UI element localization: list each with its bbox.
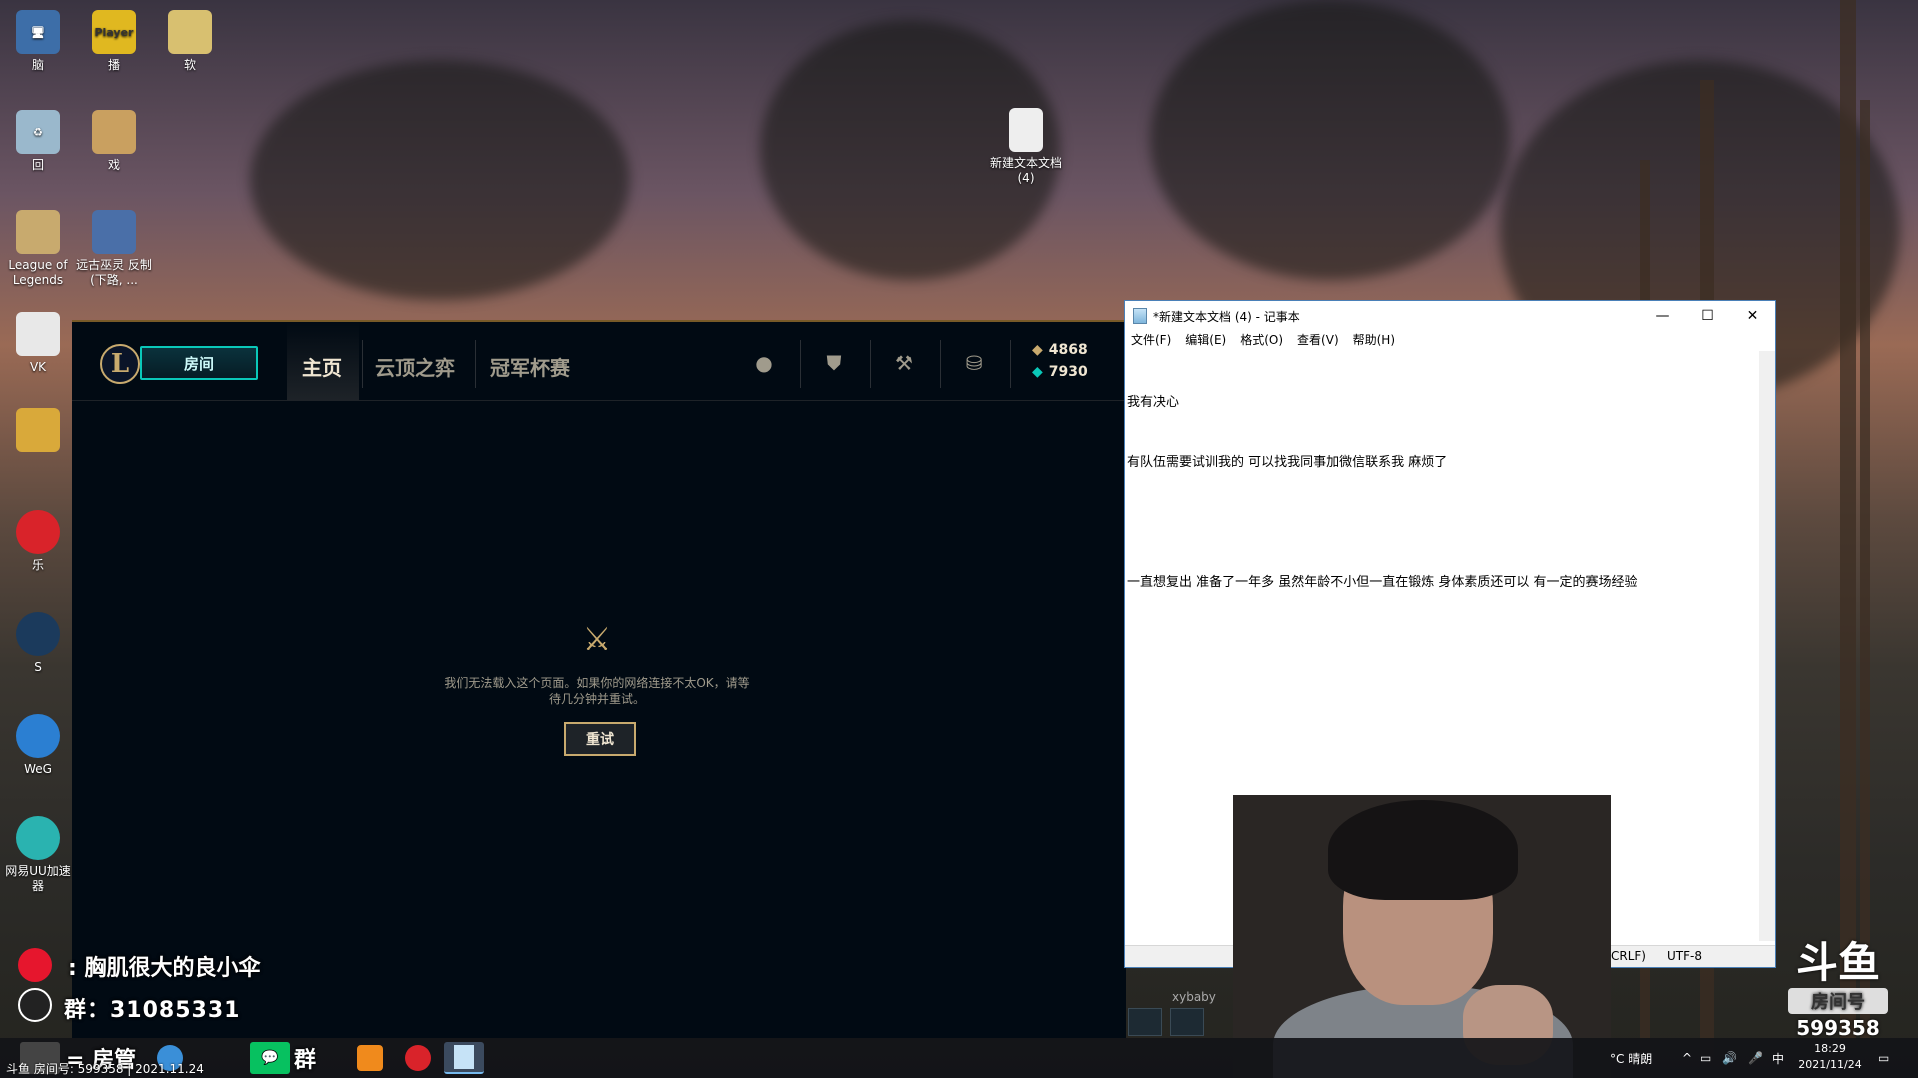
profile-icon[interactable]: ●	[749, 348, 779, 378]
menu-edit[interactable]: 编辑(E)	[1185, 331, 1226, 351]
stream-chat-user: xybaby	[1172, 990, 1216, 1004]
douyu-logo: 斗鱼 房间号 599358	[1778, 940, 1898, 1040]
blue-essence-display[interactable]: ◆ 4868	[1032, 342, 1088, 358]
stream-slogan: : 胸肌很大的良小伞	[68, 956, 261, 981]
maximize-button[interactable]: ☐	[1685, 301, 1730, 331]
raccoon-icon	[16, 408, 60, 452]
rp-display[interactable]: ◆ 7930	[1032, 364, 1088, 380]
lol-top-nav: L 房间 主页 云顶之弈 冠军杯赛 ● ⛊ ⚒ ⛁ ◆ 4868 ◆ 7930	[72, 320, 1126, 401]
text-line: 有队伍需要试训我的 可以找我同事加微信联系我 麻烦了	[1127, 455, 1448, 470]
document-icon	[16, 312, 60, 356]
nav-divider	[1010, 340, 1011, 388]
line-ending-status: CRLF)	[1611, 949, 1646, 963]
ime-indicator[interactable]: 中	[1772, 1038, 1784, 1078]
nav-divider	[800, 340, 801, 388]
group-label: 群	[294, 1048, 317, 1073]
stream-watermark: 斗鱼 房间号: 599358 | 2021.11.24	[6, 1062, 204, 1076]
rp-icon: ◆	[1032, 364, 1043, 380]
taskbar-app-notepad[interactable]	[444, 1042, 484, 1074]
minimize-button[interactable]: —	[1640, 301, 1685, 331]
encoding-status: UTF-8	[1667, 949, 1702, 963]
tab-home[interactable]: 主页	[302, 352, 342, 381]
desktop-icon-steam[interactable]: S	[0, 612, 76, 675]
notepad-icon	[1133, 308, 1147, 324]
taskbar-app-wechat[interactable]: 💬	[250, 1042, 290, 1074]
netease-music-icon	[16, 510, 60, 554]
league-of-legends-icon	[16, 210, 60, 254]
window-title: *新建文本文档 (4) - 记事本	[1153, 309, 1300, 324]
taskbar-app-netease-music[interactable]	[398, 1042, 438, 1074]
loot-icon[interactable]: ⚒	[889, 348, 919, 378]
steam-icon	[16, 612, 60, 656]
streamer-hair	[1328, 800, 1518, 900]
text-line: 一直想复出 准备了一年多 虽然年龄不小但一直在锻炼 身体素质还可以 有一定的赛场…	[1127, 575, 1638, 590]
chat-send-button[interactable]	[1128, 1008, 1162, 1036]
lol-client-window: L 房间 主页 云顶之弈 冠军杯赛 ● ⛊ ⚒ ⛁ ◆ 4868 ◆ 7930 ⚔ …	[72, 320, 1126, 1038]
menu-format[interactable]: 格式(O)	[1240, 331, 1283, 351]
nav-divider	[940, 340, 941, 388]
clock-date: 2021/11/24	[1798, 1058, 1862, 1071]
retry-button[interactable]: 重试	[564, 722, 636, 756]
network-icon[interactable]: ▭	[1700, 1038, 1711, 1078]
text-document-icon	[1009, 108, 1043, 152]
text-line: 我有决心	[1127, 395, 1180, 410]
player-icon: Player	[92, 10, 136, 54]
douyu-room-number: 599358	[1796, 1016, 1880, 1040]
desktop-icon-computer[interactable]: 🖥 脑	[0, 10, 76, 73]
desktop-icon-vk[interactable]: VK	[0, 312, 76, 375]
clock-time: 18:29	[1814, 1042, 1846, 1055]
taskbar-app-orange[interactable]	[350, 1042, 390, 1074]
desktop-icon-software[interactable]: 软	[152, 10, 228, 73]
notification-center-icon[interactable]: ▭	[1878, 1038, 1889, 1078]
lol-logo[interactable]: L	[100, 344, 140, 384]
uu-accelerator-icon	[16, 816, 60, 860]
menu-bar: 文件(F) 编辑(E) 格式(O) 查看(V) 帮助(H)	[1125, 331, 1775, 351]
replay-file-icon	[92, 210, 136, 254]
folder-icon	[168, 10, 212, 54]
desktop-icon-player[interactable]: Player 播	[76, 10, 152, 73]
blue-essence-icon: ◆	[1032, 342, 1043, 358]
close-button[interactable]: ✕	[1730, 301, 1775, 331]
desktop-icon-recycle-bin[interactable]: ♻ 回	[0, 110, 76, 173]
weg-icon	[16, 714, 60, 758]
douyu-room-label: 房间号	[1788, 988, 1888, 1014]
tab-divider	[475, 340, 476, 388]
menu-help[interactable]: 帮助(H)	[1353, 331, 1395, 351]
system-clock[interactable]: 18:29 2021/11/24	[1792, 1041, 1868, 1073]
taskbar: = 房管 💬 群 °C 晴朗 ^ ▭ 🔊 🎤 中 18:29 2021/11/2…	[0, 1038, 1918, 1078]
folder-icon	[92, 110, 136, 154]
menu-file[interactable]: 文件(F)	[1131, 331, 1171, 351]
desktop-icon-uu[interactable]: 网易UU加速器	[0, 816, 76, 894]
desktop-icon-raccoon[interactable]	[0, 408, 76, 456]
desktop-icon-league[interactable]: League of Legends	[0, 210, 76, 288]
fan-group-number: 群：31085331	[64, 998, 241, 1023]
desktop-icon-new-text-document[interactable]: 新建文本文档 (4)	[986, 108, 1066, 186]
tab-divider	[362, 340, 363, 388]
volume-icon[interactable]: 🔊	[1722, 1038, 1737, 1078]
text-line	[1127, 513, 1755, 533]
tab-tft[interactable]: 云顶之弈	[375, 352, 455, 381]
nav-divider	[870, 340, 871, 388]
microphone-icon[interactable]: 🎤	[1748, 1038, 1763, 1078]
tab-clash[interactable]: 冠军杯赛	[490, 352, 570, 381]
collection-icon[interactable]: ⛊	[819, 348, 849, 378]
recycle-bin-icon: ♻	[16, 110, 60, 154]
qq-icon	[18, 988, 52, 1022]
computer-icon: 🖥	[16, 10, 60, 54]
chat-gift-button[interactable]	[1170, 1008, 1204, 1036]
desktop-icon-weg[interactable]: WeG	[0, 714, 76, 777]
lol-play-button[interactable]: 房间	[140, 346, 258, 380]
store-icon[interactable]: ⛁	[959, 348, 989, 378]
desktop-icon-replay[interactable]: 远古巫灵 反制 (下路, ...	[76, 210, 152, 288]
desktop-icon-netease-music[interactable]: 乐	[0, 510, 76, 573]
page-load-error-message: 我们无法载入这个页面。如果你的网络连接不太OK，请等待几分钟并重试。	[444, 676, 750, 706]
desktop-icon-games[interactable]: 戏	[76, 110, 152, 173]
vertical-scrollbar[interactable]	[1759, 351, 1775, 941]
weibo-icon	[18, 948, 52, 982]
weather-widget[interactable]: °C 晴朗	[1610, 1038, 1652, 1078]
show-hidden-icons[interactable]: ^	[1682, 1038, 1692, 1078]
menu-view[interactable]: 查看(V)	[1297, 331, 1339, 351]
webcam-feed	[1233, 795, 1611, 1078]
wrench-sword-icon: ⚔	[582, 620, 612, 658]
